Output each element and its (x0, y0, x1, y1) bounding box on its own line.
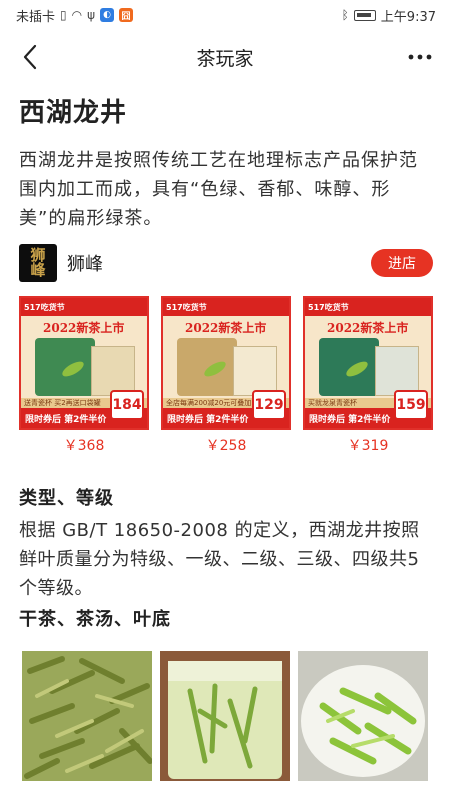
app-notification-icon: ◐ (100, 8, 115, 22)
tea-leaf-base-photo[interactable] (298, 651, 428, 781)
tea-gift-box (91, 346, 135, 396)
product-image[interactable]: 517吃货节 2022新茶上市 送青瓷杯 买2再送口袋罐 限时券后 第2件半价 … (19, 296, 149, 430)
promo-banner: 517吃货节 (163, 298, 289, 316)
promo-price-tag: 184 (110, 390, 144, 420)
product-price: ￥368 (63, 438, 105, 454)
tea-gift-box (233, 346, 277, 396)
wifi-icon: ◠ (71, 8, 83, 22)
promo-price-tag: 159 (394, 390, 428, 420)
nav-bar: 茶玩家 (0, 34, 450, 80)
dry-tea-leaves-image (22, 651, 152, 781)
status-bar: 未插卡 ▯ ◠ ψ ◐ 囧 ᛒ 上午9:37 (0, 0, 450, 30)
promo-price-tag: 129 (252, 390, 286, 420)
status-left: 未插卡 ▯ ◠ ψ ◐ 囧 (16, 6, 134, 25)
sim-icon: ▯ (60, 8, 67, 22)
new-tea-label: 2022新茶上市 (185, 321, 267, 335)
tea-soup-photo[interactable] (160, 651, 290, 781)
promo-banner: 517吃货节 (305, 298, 431, 316)
bluetooth-icon: ᛒ (341, 8, 349, 22)
tea-canister (375, 346, 419, 396)
enter-store-button[interactable]: 进店 (371, 249, 433, 277)
grade-description: 根据 GB/T 18650-2008 的定义，西湖龙井按照鲜叶质量分为特级、一级… (19, 520, 420, 599)
product-card[interactable]: 517吃货节 2022新茶上市 买就龙泉青瓷杯 限时券后 第2件半价 159 ￥… (303, 296, 433, 455)
clock: 上午9:37 (380, 9, 436, 25)
brand-name[interactable]: 狮峰 (67, 250, 103, 276)
promo-bottom-text: 限时券后 第2件半价 (309, 415, 391, 425)
brand-logo[interactable]: 狮峰 (19, 244, 57, 282)
more-button[interactable] (402, 38, 438, 76)
carrier-label: 未插卡 (16, 9, 56, 25)
tea-soup-image (160, 651, 290, 781)
section-title-grade: 类型、等级 (19, 488, 114, 509)
new-tea-label: 2022新茶上市 (327, 321, 409, 335)
shop-notification-icon: 囧 (119, 8, 134, 22)
status-right: ᛒ 上午9:37 (342, 6, 436, 25)
page-title: 西湖龙井 (19, 98, 128, 128)
product-card[interactable]: 517吃货节 2022新茶上市 全店每满200减20元可叠加 限时券后 第2件半… (161, 296, 291, 455)
new-tea-label: 2022新茶上市 (43, 321, 125, 335)
chevron-left-icon (23, 44, 37, 70)
brand-row: 狮峰 狮峰 进店 (19, 244, 433, 282)
section-title-tea: 干茶、茶汤、叶底 (19, 609, 171, 630)
promo-bottom-text: 限时券后 第2件半价 (25, 415, 107, 425)
promo-bottom-text: 限时券后 第2件半价 (167, 415, 249, 425)
intro-text: 西湖龙井是按照传统工艺在地理标志产品保护范围内加工而成，具有“色绿、香郁、味醇、… (19, 150, 418, 229)
back-button[interactable] (12, 38, 48, 76)
promo-festival-label: 517吃货节 (166, 302, 207, 312)
leaf-base-image (298, 651, 428, 781)
product-price: ￥319 (347, 438, 389, 454)
product-list: 517吃货节 2022新茶上市 送青瓷杯 买2再送口袋罐 限时券后 第2件半价 … (19, 296, 433, 455)
promo-banner: 517吃货节 (21, 298, 147, 316)
tea-photo-row (22, 651, 428, 781)
promo-festival-label: 517吃货节 (308, 302, 349, 312)
usb-icon: ψ (87, 8, 96, 22)
product-image[interactable]: 517吃货节 2022新茶上市 全店每满200减20元可叠加 限时券后 第2件半… (161, 296, 291, 430)
brand-logo-text: 狮峰 (30, 246, 46, 279)
more-dots-icon (408, 54, 432, 60)
product-card[interactable]: 517吃货节 2022新茶上市 送青瓷杯 买2再送口袋罐 限时券后 第2件半价 … (19, 296, 149, 455)
nav-title: 茶玩家 (196, 47, 254, 70)
product-image[interactable]: 517吃货节 2022新茶上市 买就龙泉青瓷杯 限时券后 第2件半价 159 (303, 296, 433, 430)
product-price: ￥258 (205, 438, 247, 454)
promo-festival-label: 517吃货节 (24, 302, 65, 312)
dry-tea-photo[interactable] (22, 651, 152, 781)
battery-icon (353, 9, 376, 21)
